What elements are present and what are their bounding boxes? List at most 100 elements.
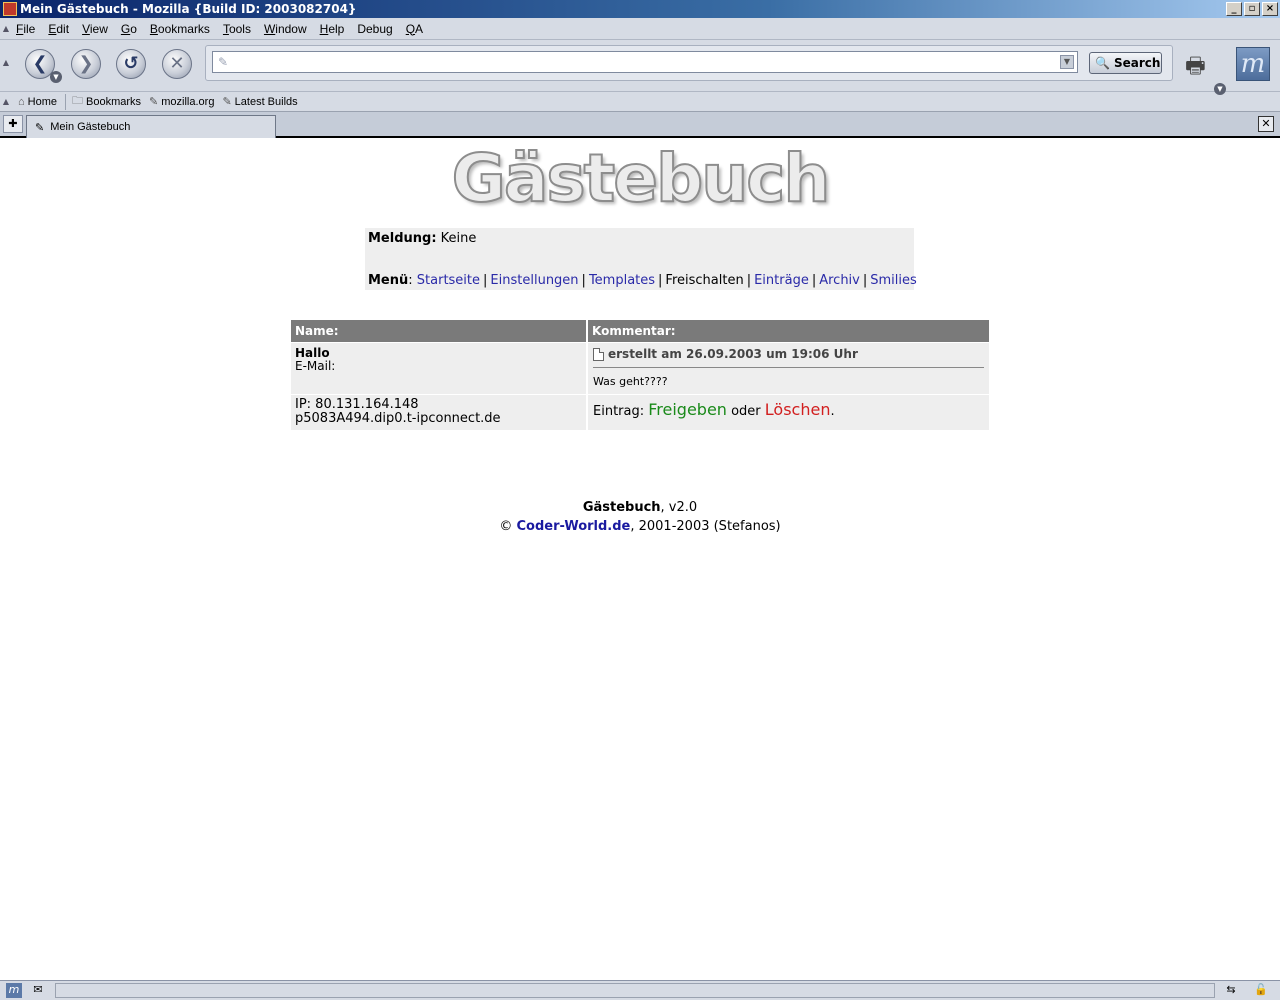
page-proxy-icon[interactable]: ✎ bbox=[218, 55, 228, 69]
status-text-field bbox=[55, 983, 1215, 998]
home-button[interactable]: ⌂ Home bbox=[18, 96, 57, 108]
minimize-button[interactable]: _ bbox=[1226, 2, 1242, 16]
menu-tools[interactable]: Tools bbox=[223, 22, 251, 36]
page-footer: Gästebuch, v2.0 © Coder-World.de, 2001-2… bbox=[0, 498, 1280, 536]
menubar-grip-icon[interactable]: ▲ bbox=[0, 24, 12, 33]
footer-product-line: Gästebuch, v2.0 bbox=[0, 498, 1280, 517]
mozilla-throbber-icon[interactable]: m bbox=[1236, 47, 1270, 81]
notice-menu-box: Meldung: Keine Menü: Startseite | Einstell… bbox=[365, 228, 917, 290]
entry-divider bbox=[593, 367, 984, 368]
tab-mein-gaestebuch[interactable]: ✎ Mein Gästebuch bbox=[26, 115, 276, 138]
mail-icon[interactable]: ✉ bbox=[27, 983, 49, 998]
menu-link-smilies[interactable]: Smilies bbox=[870, 273, 917, 288]
header-name: Name: bbox=[291, 320, 586, 342]
menu-file[interactable]: File bbox=[16, 22, 35, 36]
menu-label: Menü bbox=[368, 273, 409, 288]
print-icon[interactable]: 🖶 bbox=[1185, 49, 1206, 87]
menu-link-einstellungen[interactable]: Einstellungen bbox=[490, 273, 578, 288]
menu-link-archiv[interactable]: Archiv bbox=[819, 273, 860, 288]
entries-table: Name: Kommentar: Hallo E-Mail: erstellt … bbox=[291, 320, 989, 430]
footer-site-link[interactable]: Coder-World.de bbox=[517, 519, 631, 534]
bookmark-icon: ✎ bbox=[222, 96, 232, 108]
personal-toolbar: ▲ ⌂ Home 🗀 Bookmarks ✎ mozilla.org ✎ Lat… bbox=[0, 92, 1280, 112]
new-tab-icon[interactable]: ✚ bbox=[3, 115, 23, 133]
bookmark-mozilla-org[interactable]: ✎ mozilla.org bbox=[149, 95, 215, 109]
entry-meta: erstellt am 26.09.2003 um 19:06 Uhr bbox=[593, 347, 984, 361]
home-label: Home bbox=[27, 95, 57, 108]
reload-button[interactable]: ↺ bbox=[116, 49, 146, 79]
bookmarks-label: Bookmarks bbox=[86, 95, 142, 108]
bookmark-label: mozilla.org bbox=[161, 95, 215, 108]
menu-bookmarks[interactable]: Bookmarks bbox=[150, 22, 210, 36]
header-comment: Kommentar: bbox=[588, 320, 989, 342]
footer-years: , 2001-2003 (Stefanos) bbox=[630, 519, 781, 534]
menu-link-eintraege[interactable]: Einträge bbox=[754, 273, 809, 288]
tab-label: Mein Gästebuch bbox=[50, 121, 131, 133]
security-lock-icon[interactable]: 🔓 bbox=[1250, 983, 1272, 998]
entry-comment-cell: erstellt am 26.09.2003 um 19:06 Uhr Was … bbox=[588, 343, 989, 394]
online-status-icon[interactable]: ⇆ bbox=[1218, 983, 1244, 998]
bookmarks-button[interactable]: 🗀 Bookmarks bbox=[72, 92, 141, 111]
footer-copyright-line: © Coder-World.de, 2001-2003 (Stefanos) bbox=[0, 517, 1280, 536]
search-button-label: Search bbox=[1113, 56, 1161, 70]
url-history-dropdown-icon[interactable]: ▼ bbox=[1060, 55, 1074, 69]
notice-row: Meldung: Keine bbox=[368, 231, 911, 246]
entry-name: Hallo bbox=[295, 346, 330, 360]
entry-ip: IP: 80.131.164.148 bbox=[295, 397, 419, 412]
menu-link-startseite[interactable]: Startseite bbox=[417, 273, 480, 288]
browser-chrome: ▲ File Edit View Go Bookmarks Tools Wind… bbox=[0, 18, 1280, 138]
menu-help[interactable]: Help bbox=[320, 22, 345, 36]
copyright-symbol: © bbox=[499, 519, 513, 534]
maximize-button[interactable]: ▫ bbox=[1244, 2, 1260, 16]
document-icon bbox=[593, 347, 604, 361]
menu-view[interactable]: View bbox=[82, 22, 108, 36]
approve-link[interactable]: Freigeben bbox=[648, 400, 727, 419]
menu-link-templates[interactable]: Templates bbox=[589, 273, 655, 288]
entry-created: erstellt am 26.09.2003 um 19:06 Uhr bbox=[608, 347, 858, 361]
entry-action-cell: Eintrag: Freigeben oder Löschen. bbox=[588, 395, 989, 430]
entry-name-cell: Hallo E-Mail: bbox=[291, 343, 586, 394]
close-tab-button[interactable]: ✕ bbox=[1258, 116, 1274, 132]
window-titlebar: Mein Gästebuch - Mozilla {Build ID: 2003… bbox=[0, 0, 1280, 18]
footer-product: Gästebuch bbox=[582, 500, 661, 515]
toolbar-separator bbox=[65, 93, 66, 110]
menu-go[interactable]: Go bbox=[121, 22, 137, 36]
action-period: . bbox=[830, 404, 835, 419]
bookmark-latest-builds[interactable]: ✎ Latest Builds bbox=[222, 95, 298, 109]
status-bar: m ✉ ⇆ 🔓 bbox=[0, 980, 1280, 1000]
notice-label: Meldung: bbox=[368, 231, 437, 246]
page-content: Gästebuch Meldung: Keine Menü: Startseit… bbox=[0, 138, 1280, 980]
menu-edit[interactable]: Edit bbox=[48, 22, 69, 36]
search-icon: 🔍 bbox=[1095, 56, 1110, 70]
entry-email-label: E-Mail: bbox=[295, 359, 336, 373]
back-history-dropdown-icon[interactable]: ▼ bbox=[50, 71, 62, 83]
menu-qa[interactable]: QA bbox=[406, 22, 423, 36]
menu-bar: ▲ File Edit View Go Bookmarks Tools Wind… bbox=[0, 18, 1280, 40]
bookmark-icon: ✎ bbox=[149, 96, 159, 108]
entry-message: Was geht???? bbox=[593, 375, 668, 388]
guestbook-logo: Gästebuch bbox=[451, 139, 832, 218]
url-input[interactable]: ✎ ▼ bbox=[212, 51, 1078, 73]
personal-toolbar-grip-icon[interactable]: ▲ bbox=[0, 97, 12, 106]
delete-link[interactable]: Löschen bbox=[765, 400, 831, 419]
folder-icon: 🗀 bbox=[72, 95, 83, 107]
menu-debug[interactable]: Debug bbox=[357, 22, 392, 36]
home-icon: ⌂ bbox=[18, 95, 25, 108]
search-button[interactable]: 🔍 Search bbox=[1089, 52, 1162, 74]
window-controls: _ ▫ × bbox=[1226, 2, 1278, 16]
window-title: Mein Gästebuch - Mozilla {Build ID: 2003… bbox=[20, 2, 357, 16]
menu-current-freischalten: Freischalten bbox=[665, 273, 744, 288]
mozilla-app-icon[interactable] bbox=[3, 2, 17, 16]
close-window-button[interactable]: × bbox=[1262, 2, 1278, 16]
admin-menu: Menü: Startseite | Einstellungen | Templates… bbox=[368, 273, 917, 288]
footer-version: , v2.0 bbox=[660, 500, 698, 515]
navbar-grip-icon[interactable]: ▲ bbox=[0, 58, 12, 67]
mozilla-component-icon[interactable]: m bbox=[6, 983, 22, 998]
menu-window[interactable]: Window bbox=[264, 22, 307, 36]
action-or: oder bbox=[731, 404, 761, 419]
bookmark-label: Latest Builds bbox=[234, 95, 298, 108]
tab-bar: ✚ ✎ Mein Gästebuch ✕ bbox=[0, 112, 1280, 138]
forward-button[interactable]: ❯ bbox=[71, 49, 101, 79]
stop-button[interactable]: ✕ bbox=[162, 49, 192, 79]
notice-value: Keine bbox=[440, 231, 477, 246]
